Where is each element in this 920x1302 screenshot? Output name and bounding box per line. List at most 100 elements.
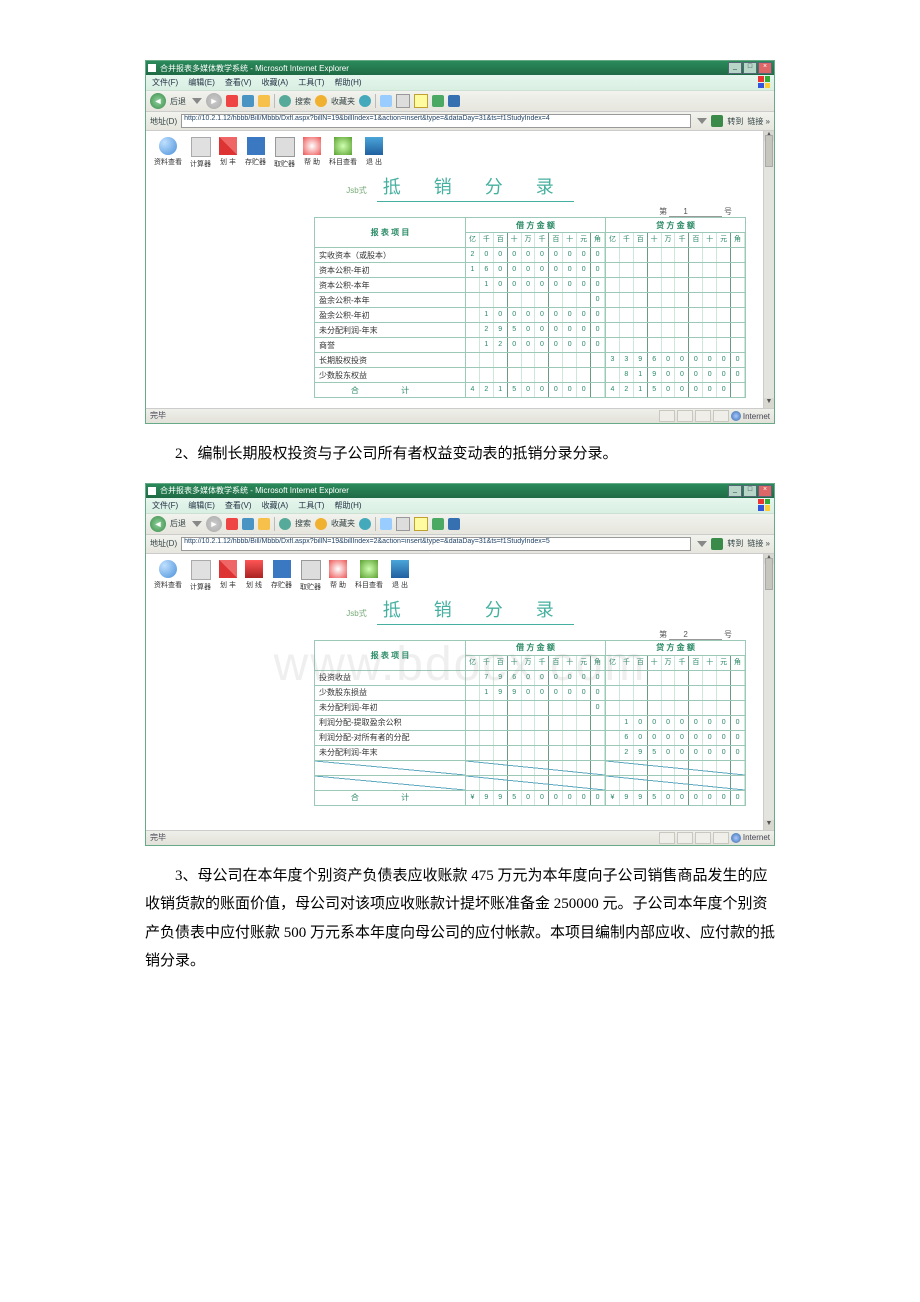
go-button[interactable] [711, 538, 723, 550]
extension-icon[interactable] [448, 95, 460, 107]
menu-item[interactable]: 帮助(H) [334, 500, 361, 511]
home-icon[interactable] [258, 518, 270, 530]
menu-item[interactable]: 收藏(A) [262, 500, 289, 511]
app-toolbar-save[interactable]: 存贮器 [245, 137, 266, 169]
messenger-icon[interactable] [432, 95, 444, 107]
menu-item[interactable]: 文件(F) [152, 500, 178, 511]
search-label: 搜索 [295, 518, 311, 529]
links-label[interactable]: 链接 » [747, 538, 770, 549]
back-label: 后退 [170, 96, 186, 107]
app-toolbar-subj[interactable]: 科目查看 [329, 137, 357, 169]
favorites-icon[interactable] [315, 95, 327, 107]
app-toolbar-save[interactable]: 存贮器 [271, 560, 292, 592]
chevron-down-icon[interactable] [192, 98, 202, 104]
exit-icon [391, 560, 409, 578]
mail-icon[interactable] [380, 95, 392, 107]
app-icon [148, 64, 156, 72]
stop-icon[interactable] [226, 518, 238, 530]
search-icon[interactable] [279, 518, 291, 530]
app-toolbar-label: 划 丰 [220, 157, 236, 167]
app-toolbar-acct[interactable]: 取贮器 [274, 137, 295, 169]
app-toolbar-exit[interactable]: 退 出 [365, 137, 383, 169]
windows-logo-icon [758, 76, 770, 88]
app-toolbar-zoom[interactable]: 资料查看 [154, 560, 182, 592]
subj-icon [360, 560, 378, 578]
forward-button[interactable]: ► [206, 516, 222, 532]
app-toolbar-subj[interactable]: 科目查看 [355, 560, 383, 592]
chevron-down-icon[interactable] [192, 521, 202, 527]
favorites-icon[interactable] [315, 518, 327, 530]
calc-icon [191, 560, 211, 580]
refresh-icon[interactable] [242, 518, 254, 530]
app-toolbar-label: 计算器 [190, 159, 211, 169]
extension-icon[interactable] [448, 518, 460, 530]
favorites-label: 收藏夹 [331, 518, 355, 529]
zoom-icon [159, 137, 177, 155]
app-toolbar-exit[interactable]: 退 出 [391, 560, 409, 592]
menu-item[interactable]: 查看(V) [225, 77, 252, 88]
address-input[interactable]: http://10.2.1.12/hbbb/Bill/Mbbb/Dxfl.asp… [181, 114, 691, 128]
forward-button[interactable]: ► [206, 93, 222, 109]
edit-icon[interactable] [414, 94, 428, 108]
mail-icon[interactable] [380, 518, 392, 530]
menu-item[interactable]: 查看(V) [225, 500, 252, 511]
row-item-label: 未分配利润-年末 [315, 745, 466, 760]
app-toolbar-help[interactable]: 帮 助 [303, 137, 321, 169]
app-toolbar-label: 科目查看 [355, 580, 383, 590]
app-toolbar-line[interactable]: 划 线 [245, 560, 263, 592]
minimize-button[interactable]: _ [728, 62, 742, 74]
minimize-button[interactable]: _ [728, 485, 742, 497]
app-toolbar-label: 退 出 [366, 157, 382, 167]
app-toolbar: 资料查看计算器划 丰存贮器取贮器帮 助科目查看退 出 [154, 137, 766, 169]
back-button[interactable]: ◄ [150, 93, 166, 109]
app-toolbar-calc[interactable]: 计算器 [190, 137, 211, 169]
menu-item[interactable]: 编辑(E) [188, 77, 215, 88]
app-toolbar-label: 划 丰 [220, 580, 236, 590]
stop-icon[interactable] [226, 95, 238, 107]
app-toolbar-calc[interactable]: 计算器 [190, 560, 211, 592]
maximize-button[interactable]: □ [743, 485, 757, 497]
app-toolbar-pen[interactable]: 划 丰 [219, 560, 237, 592]
page-indicator: 第 2 号 [314, 629, 746, 640]
messenger-icon[interactable] [432, 518, 444, 530]
address-input[interactable]: http://10.2.1.12/hbbb/Bill/Mbbb/Dxfl.asp… [181, 537, 691, 551]
go-button[interactable] [711, 115, 723, 127]
home-icon[interactable] [258, 95, 270, 107]
pen-icon [219, 560, 237, 578]
search-icon[interactable] [279, 95, 291, 107]
close-button[interactable]: × [758, 485, 772, 497]
ie-window: 合并报表多媒体教学系统 - Microsoft Internet Explore… [145, 60, 775, 424]
paragraph-2: 2、编制长期股权投资与子公司所有者权益变动表的抵销分录分录。 [145, 440, 775, 469]
close-button[interactable]: × [758, 62, 772, 74]
history-icon[interactable] [359, 95, 371, 107]
window-title: 合并报表多媒体教学系统 - Microsoft Internet Explore… [160, 485, 349, 496]
app-toolbar-help[interactable]: 帮 助 [329, 560, 347, 592]
chevron-down-icon[interactable] [697, 118, 707, 124]
app-toolbar-acct[interactable]: 取贮器 [300, 560, 321, 592]
menu-item[interactable]: 帮助(H) [334, 77, 361, 88]
vertical-scrollbar[interactable]: ▲▼ [763, 131, 774, 408]
print-icon[interactable] [396, 517, 410, 531]
links-label[interactable]: 链接 » [747, 116, 770, 127]
print-icon[interactable] [396, 94, 410, 108]
app-toolbar-label: 帮 助 [330, 580, 346, 590]
ledger-row: 未分配利润-年初0 [315, 700, 746, 715]
ledger-sum-row: 合 计421500000421500000 [315, 383, 746, 398]
edit-icon[interactable] [414, 517, 428, 531]
history-icon[interactable] [359, 518, 371, 530]
refresh-icon[interactable] [242, 95, 254, 107]
chevron-down-icon[interactable] [697, 541, 707, 547]
col-credit-header: 贷 方 金 额 [606, 218, 746, 233]
vertical-scrollbar[interactable]: ▲▼ [763, 554, 774, 830]
menu-item[interactable]: 工具(T) [298, 500, 324, 511]
app-toolbar-pen[interactable]: 划 丰 [219, 137, 237, 169]
app-toolbar-label: 取贮器 [300, 582, 321, 592]
menu-item[interactable]: 文件(F) [152, 77, 178, 88]
maximize-button[interactable]: □ [743, 62, 757, 74]
ledger-sum-row: 合 计¥995000000¥995000000 [315, 790, 746, 805]
back-button[interactable]: ◄ [150, 516, 166, 532]
menu-item[interactable]: 编辑(E) [188, 500, 215, 511]
menu-item[interactable]: 工具(T) [298, 77, 324, 88]
menu-item[interactable]: 收藏(A) [262, 77, 289, 88]
app-toolbar-zoom[interactable]: 资料查看 [154, 137, 182, 169]
